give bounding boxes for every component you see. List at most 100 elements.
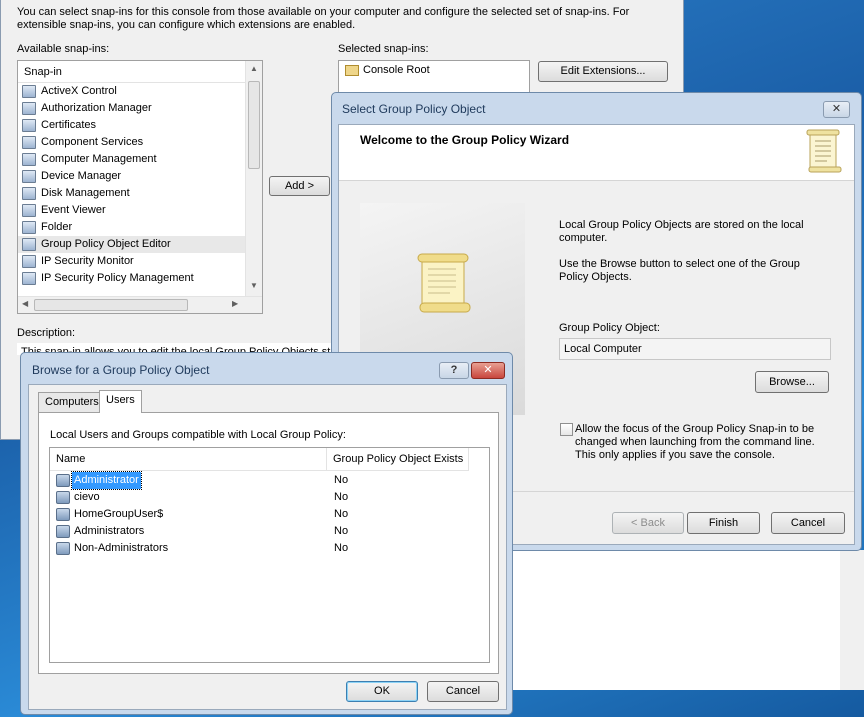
policy-scroll-icon bbox=[417, 253, 471, 313]
list-item[interactable]: IP Security Monitor bbox=[18, 253, 246, 270]
snapin-label: Disk Management bbox=[41, 187, 130, 199]
list-caption: Local Users and Groups compatible with L… bbox=[50, 429, 346, 441]
snapin-label: Device Manager bbox=[41, 170, 122, 182]
finish-button[interactable]: Finish bbox=[687, 512, 760, 534]
close-icon[interactable]: ✕ bbox=[823, 101, 850, 118]
table-row[interactable]: cievo No bbox=[50, 489, 489, 506]
gpo-exists-value: No bbox=[334, 542, 349, 554]
user-icon bbox=[56, 508, 70, 521]
browse-button[interactable]: Browse... bbox=[755, 371, 829, 393]
gpo-label: Group Policy Object: bbox=[559, 322, 660, 334]
gpo-value: Local Computer bbox=[564, 343, 642, 355]
snapin-label: Authorization Manager bbox=[41, 102, 152, 114]
gpo-exists-value: No bbox=[334, 508, 349, 520]
description-label: Description: bbox=[17, 327, 76, 339]
selected-snapins-label: Selected snap-ins: bbox=[338, 43, 429, 55]
list-item[interactable]: Computer Management bbox=[18, 151, 246, 168]
scroll-left-icon[interactable]: ◀ bbox=[22, 299, 28, 308]
table-row[interactable]: Non-Administrators No bbox=[50, 540, 489, 557]
snapin-label: Computer Management bbox=[41, 153, 157, 165]
browse-dialog-body: Computers Users Local Users and Groups c… bbox=[28, 384, 507, 710]
available-snapins-list[interactable]: Snap-in ActiveX Control Authorization Man… bbox=[17, 60, 263, 314]
user-name: Non-Administrators bbox=[74, 542, 169, 554]
wizard-heading: Welcome to the Group Policy Wizard bbox=[360, 133, 570, 147]
wizard-header: Welcome to the Group Policy Wizard bbox=[339, 125, 854, 181]
snapin-icon bbox=[22, 187, 36, 200]
snapin-label: Group Policy Object Editor bbox=[41, 238, 171, 250]
snapin-label: IP Security Monitor bbox=[41, 255, 134, 267]
snapin-icon bbox=[22, 170, 36, 183]
wizard-title: Select Group Policy Object bbox=[342, 102, 486, 116]
snapin-label: Folder bbox=[41, 221, 73, 233]
tab-computers[interactable]: Computers bbox=[38, 392, 106, 412]
snapin-icon bbox=[22, 272, 36, 285]
snapin-column-header[interactable]: Snap-in bbox=[18, 61, 246, 83]
table-row[interactable]: Administrator No bbox=[50, 471, 489, 490]
help-icon[interactable]: ? bbox=[439, 362, 469, 379]
users-list[interactable]: Name Group Policy Object Exists Administ… bbox=[49, 447, 490, 663]
available-snapins-label: Available snap-ins: bbox=[17, 43, 110, 55]
list-item[interactable]: ActiveX Control bbox=[18, 83, 246, 100]
snapin-icon bbox=[22, 221, 36, 234]
list-item[interactable]: Component Services bbox=[18, 134, 246, 151]
snapin-label: Certificates bbox=[41, 119, 97, 131]
wizard-cancel-button[interactable]: Cancel bbox=[771, 512, 845, 534]
hscroll-thumb[interactable] bbox=[34, 299, 188, 311]
scroll-up-icon[interactable]: ▲ bbox=[250, 64, 258, 73]
users-tab-page: Local Users and Groups compatible with L… bbox=[38, 412, 499, 674]
console-root-label: Console Root bbox=[363, 64, 430, 76]
list-item[interactable]: Console Root bbox=[339, 61, 529, 79]
snapin-label: Component Services bbox=[41, 136, 144, 148]
gpo-exists-value: No bbox=[334, 474, 349, 486]
add-button[interactable]: Add > bbox=[269, 176, 330, 196]
tab-users[interactable]: Users bbox=[99, 390, 142, 413]
list-item[interactable]: Folder bbox=[18, 219, 246, 236]
browse-cancel-button[interactable]: Cancel bbox=[427, 681, 499, 702]
table-row[interactable]: Administrators No bbox=[50, 523, 489, 540]
close-icon[interactable]: ✕ bbox=[471, 362, 505, 379]
wizard-text-browse: Use the Browse button to select one of t… bbox=[559, 258, 800, 283]
table-row[interactable]: HomeGroupUser$ No bbox=[50, 506, 489, 523]
user-icon bbox=[56, 491, 70, 504]
gpo-exists-value: No bbox=[334, 491, 349, 503]
available-list-hscrollbar[interactable]: ◀ ▶ bbox=[18, 296, 262, 313]
list-item[interactable]: Device Manager bbox=[18, 168, 246, 185]
list-item[interactable]: Disk Management bbox=[18, 185, 246, 202]
snapin-icon bbox=[22, 255, 36, 268]
available-list-vscrollbar[interactable]: ▲ ▼ bbox=[245, 61, 262, 297]
allow-focus-checkbox[interactable] bbox=[560, 423, 573, 436]
snapin-label: IP Security Policy Management bbox=[41, 272, 194, 284]
user-icon bbox=[56, 525, 70, 538]
edit-extensions-button[interactable]: Edit Extensions... bbox=[538, 61, 668, 82]
snapin-icon bbox=[22, 119, 36, 132]
allow-focus-label[interactable]: Allow the focus of the Group Policy Snap… bbox=[575, 423, 837, 462]
back-button[interactable]: < Back bbox=[612, 512, 684, 534]
gpo-exists-value: No bbox=[334, 525, 349, 537]
user-name: cievo bbox=[74, 491, 100, 503]
list-item[interactable]: Authorization Manager bbox=[18, 100, 246, 117]
snapin-label: Event Viewer bbox=[41, 204, 106, 216]
list-item[interactable]: Certificates bbox=[18, 117, 246, 134]
column-header-name[interactable]: Name bbox=[50, 448, 327, 471]
background-panel bbox=[500, 550, 840, 690]
ok-button[interactable]: OK bbox=[346, 681, 418, 702]
list-item[interactable]: IP Security Policy Management bbox=[18, 270, 246, 287]
snapin-icon bbox=[22, 102, 36, 115]
scroll-icon bbox=[806, 129, 842, 173]
browse-gpo-dialog: Browse for a Group Policy Object ? ✕ Com… bbox=[20, 352, 513, 715]
snapin-label: ActiveX Control bbox=[41, 85, 117, 97]
folder-icon bbox=[345, 64, 359, 76]
column-header-gpo-exists[interactable]: Group Policy Object Exists bbox=[327, 448, 469, 471]
snapin-icon bbox=[22, 238, 36, 251]
snapin-icon bbox=[22, 204, 36, 217]
intro-text: You can select snap-ins for this console… bbox=[17, 6, 630, 31]
snapin-icon bbox=[22, 85, 36, 98]
scroll-down-icon[interactable]: ▼ bbox=[250, 281, 258, 290]
user-name: HomeGroupUser$ bbox=[74, 508, 164, 520]
gpo-field: Local Computer bbox=[559, 338, 831, 360]
user-name: Administrator bbox=[71, 471, 142, 490]
list-item[interactable]: Group Policy Object Editor bbox=[18, 236, 246, 253]
scroll-thumb[interactable] bbox=[248, 81, 260, 169]
list-item[interactable]: Event Viewer bbox=[18, 202, 246, 219]
scroll-right-icon[interactable]: ▶ bbox=[232, 299, 238, 308]
